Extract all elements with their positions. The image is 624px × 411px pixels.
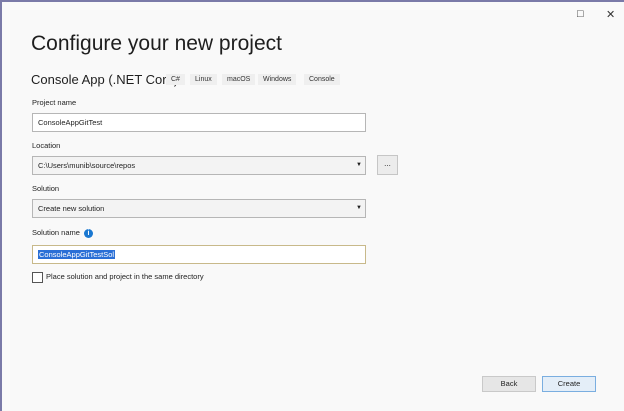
solution-name-input[interactable]: ConsoleAppGitTestSol	[32, 245, 366, 264]
browse-button[interactable]: ...	[377, 155, 398, 175]
tag-linux: Linux	[190, 74, 217, 85]
solution-name-value: ConsoleAppGitTestSol	[38, 250, 116, 259]
dropdown-arrow-icon[interactable]: ▼	[356, 157, 362, 174]
create-button[interactable]: Create	[542, 376, 596, 392]
info-icon[interactable]: i	[83, 228, 93, 238]
configure-project-window: □ ✕ Configure your new project Console A…	[0, 0, 624, 411]
project-name-label: Project name	[32, 98, 77, 107]
project-name-input[interactable]: ConsoleAppGitTest	[32, 113, 366, 132]
tag-csharp: C#	[166, 74, 185, 85]
dropdown-arrow-icon[interactable]: ▼	[356, 200, 362, 217]
solution-dropdown[interactable]: Create new solution ▼	[32, 199, 366, 218]
page-title: Configure your new project	[31, 32, 282, 55]
tag-windows: Windows	[258, 74, 297, 85]
maximize-icon[interactable]: □	[577, 8, 584, 20]
solution-value: Create new solution	[38, 204, 105, 213]
same-directory-checkbox[interactable]	[32, 272, 43, 283]
location-value: C:\Users\munib\source\repos	[38, 161, 136, 170]
location-label: Location	[32, 141, 61, 150]
tag-console: Console	[304, 74, 340, 85]
solution-label: Solution	[32, 184, 60, 193]
tag-macos: macOS	[222, 74, 256, 85]
close-icon[interactable]: ✕	[606, 8, 615, 21]
template-name: Console App (.NET Core)	[31, 72, 179, 87]
solution-name-label: Solution name i	[32, 228, 93, 238]
solution-name-label-text: Solution name	[32, 228, 80, 237]
back-button[interactable]: Back	[482, 376, 536, 392]
location-combobox[interactable]: C:\Users\munib\source\repos ▼	[32, 156, 366, 175]
same-directory-label[interactable]: Place solution and project in the same d…	[46, 272, 204, 281]
